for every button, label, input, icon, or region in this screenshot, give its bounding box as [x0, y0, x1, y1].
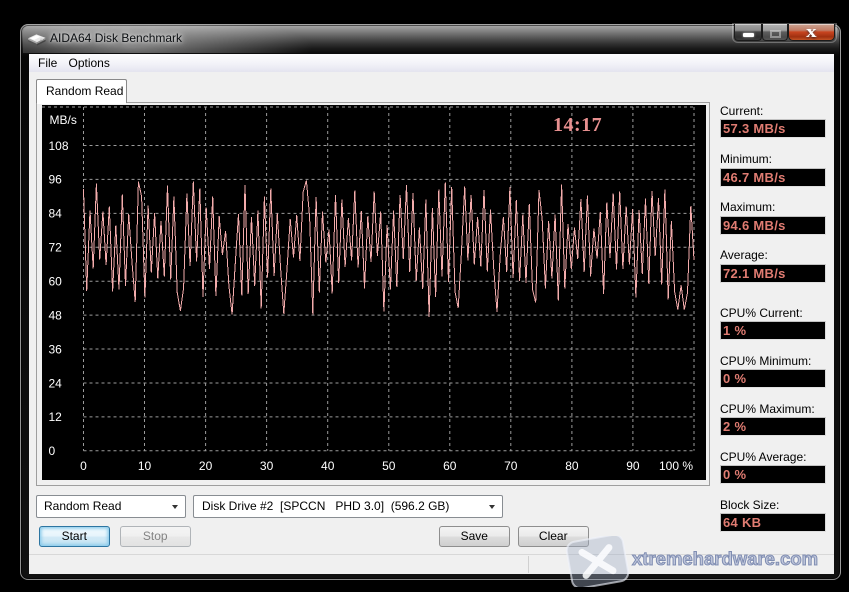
- svg-text:60: 60: [49, 275, 63, 289]
- svg-text:12: 12: [49, 410, 63, 424]
- svg-text:96: 96: [49, 173, 63, 187]
- svg-text:108: 108: [49, 139, 69, 153]
- svg-text:30: 30: [260, 459, 274, 473]
- svg-text:36: 36: [49, 342, 63, 356]
- svg-text:70: 70: [504, 459, 518, 473]
- svg-text:20: 20: [199, 459, 213, 473]
- svg-text:0: 0: [80, 459, 87, 473]
- svg-text:10: 10: [138, 459, 152, 473]
- svg-text:40: 40: [321, 459, 335, 473]
- svg-text:90: 90: [626, 459, 640, 473]
- svg-text:50: 50: [382, 459, 396, 473]
- svg-text:100 %: 100 %: [659, 459, 693, 473]
- svg-text:48: 48: [49, 308, 63, 322]
- svg-text:80: 80: [565, 459, 579, 473]
- svg-text:72: 72: [49, 241, 63, 255]
- svg-text:84: 84: [49, 207, 63, 221]
- svg-text:24: 24: [49, 376, 63, 390]
- svg-text:60: 60: [443, 459, 457, 473]
- svg-text:MB/s: MB/s: [50, 113, 77, 127]
- svg-text:0: 0: [49, 444, 56, 458]
